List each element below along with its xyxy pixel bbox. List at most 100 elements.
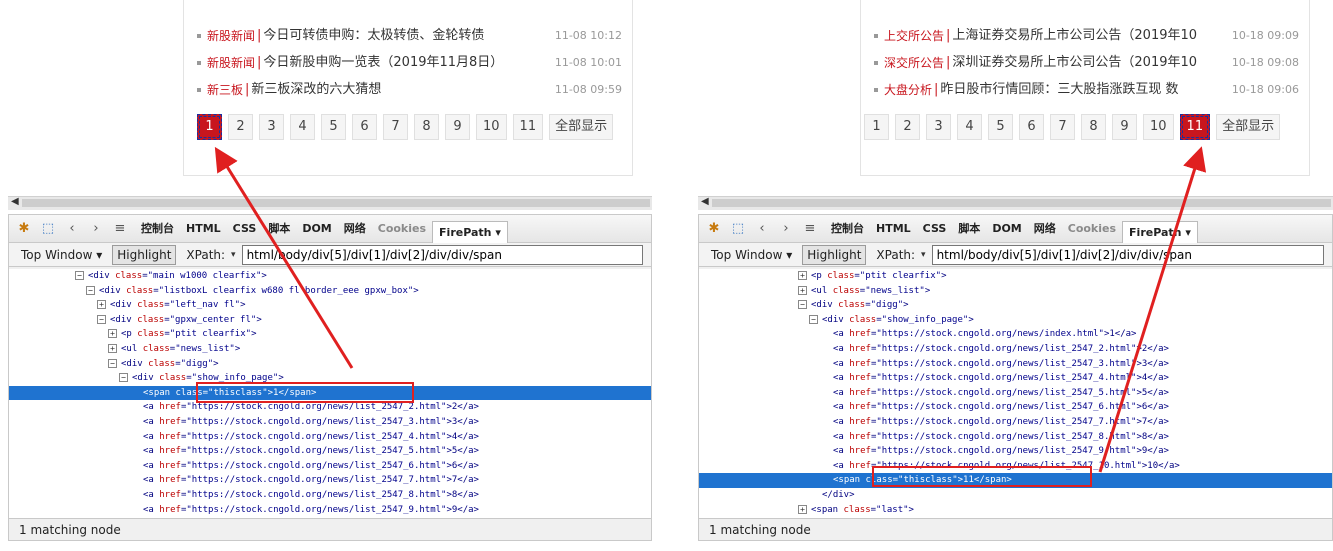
page-link-4[interactable]: 4: [290, 114, 315, 140]
news-title-link[interactable]: 深圳证券交易所上市公司公告（2019年10: [952, 53, 1223, 73]
dropdown-arrow-icon[interactable]: ▾: [1181, 226, 1191, 239]
news-title-link[interactable]: 新三板深改的六大猜想: [251, 80, 546, 100]
dropdown-arrow-icon[interactable]: ▾: [92, 248, 102, 262]
page-link-11[interactable]: 11: [512, 114, 544, 140]
expand-icon[interactable]: +: [108, 329, 117, 339]
xpath-dropdown-icon[interactable]: ▾: [231, 250, 236, 260]
page-link-10[interactable]: 10: [476, 114, 507, 140]
tab-1[interactable]: HTML: [870, 218, 917, 240]
tree-node[interactable]: + <p class="ptit clearfix">: [9, 327, 651, 342]
list-item[interactable]: 大盘分析 | 昨日股市行情回顾：三大股指涨跌互现 数 10-18 09:06: [874, 76, 1299, 103]
page-link-4[interactable]: 4: [957, 114, 982, 140]
tree-node[interactable]: <a href="https://stock.cngold.org/news/l…: [9, 459, 651, 474]
tab-4[interactable]: DOM: [986, 218, 1027, 240]
tree-node[interactable]: </div>: [699, 488, 1332, 503]
list-item[interactable]: 深交所公告 | 深圳证券交易所上市公司公告（2019年10 10-18 09:08: [874, 49, 1299, 76]
tree-node[interactable]: <a href="https://stock.cngold.org/news/l…: [9, 415, 651, 430]
tab-0[interactable]: 控制台: [825, 218, 870, 240]
page-link-2[interactable]: 2: [895, 114, 920, 140]
tree-node[interactable]: + <span class="last">: [699, 503, 1332, 518]
horizontal-scrollbar[interactable]: ◀: [698, 196, 1333, 210]
page-link-7[interactable]: 7: [1050, 114, 1075, 140]
tab-3[interactable]: 脚本: [952, 218, 986, 240]
news-category-link[interactable]: 新股新闻: [207, 26, 255, 46]
top-window-select[interactable]: Top Window ▾: [15, 245, 108, 265]
horizontal-scrollbar[interactable]: ◀: [8, 196, 652, 210]
xpath-label[interactable]: XPath:: [876, 248, 915, 262]
list-item[interactable]: 新股新闻 | 今日可转债申购：太极转债、金轮转债 11-08 10:12: [197, 22, 622, 49]
tree-node[interactable]: − <div class="main w1000 clearfix">: [9, 269, 651, 284]
tree-node[interactable]: <a href="https://stock.cngold.org/news/l…: [9, 503, 651, 518]
expand-icon[interactable]: +: [798, 271, 807, 280]
xpath-input[interactable]: [931, 244, 1324, 265]
expand-icon[interactable]: +: [798, 504, 807, 514]
tree-node[interactable]: <a href="https://stock.cngold.org/news/l…: [9, 444, 651, 459]
tree-node[interactable]: <a href="https://stock.cngold.org/news/l…: [699, 444, 1332, 459]
firebug-icon[interactable]: ✱: [705, 220, 723, 238]
news-title-link[interactable]: 昨日股市行情回顾：三大股指涨跌互现 数: [940, 80, 1223, 100]
tree-node[interactable]: − <div class="show_info_page">: [699, 313, 1332, 328]
xpath-input[interactable]: [241, 244, 643, 265]
tree-node[interactable]: <a href="https://stock.cngold.org/news/l…: [699, 415, 1332, 430]
news-category-link[interactable]: 深交所公告: [884, 53, 944, 73]
tree-node[interactable]: − <div class="digg">: [9, 357, 651, 372]
scroll-thumb[interactable]: [712, 199, 1331, 207]
page-link-2[interactable]: 2: [228, 114, 253, 140]
tree-node[interactable]: − <div class="listboxL clearfix w680 fl b…: [9, 284, 651, 299]
tab-4[interactable]: DOM: [296, 218, 337, 240]
tab-0[interactable]: 控制台: [135, 218, 180, 240]
news-title-link[interactable]: 今日新股申购一览表（2019年11月8日）: [263, 53, 546, 73]
tree-node[interactable]: + <ul class="news_list">: [9, 342, 651, 357]
collapse-icon[interactable]: −: [798, 300, 807, 310]
page-link-5[interactable]: 5: [321, 114, 346, 140]
highlight-button[interactable]: Highlight: [112, 244, 177, 265]
back-arrow-icon[interactable]: ‹: [63, 220, 81, 238]
tree-node[interactable]: − <div class="digg">: [699, 298, 1332, 313]
news-title-link[interactable]: 今日可转债申购：太极转债、金轮转债: [263, 26, 546, 46]
tab-7[interactable]: FirePath ▾: [1122, 220, 1198, 243]
page-link-6[interactable]: 6: [352, 114, 377, 140]
news-title-link[interactable]: 上海证券交易所上市公司公告（2019年10: [952, 26, 1223, 46]
inspect-icon[interactable]: ⬚: [729, 220, 747, 238]
tree-node[interactable]: <a href="https://stock.cngold.org/news/i…: [699, 327, 1332, 342]
dropdown-arrow-icon[interactable]: ▾: [782, 248, 792, 262]
page-link-10[interactable]: 10: [1143, 114, 1174, 140]
tree-node[interactable]: + <p class="ptit clearfix">: [699, 269, 1332, 284]
list-item[interactable]: 新三板 | 新三板深改的六大猜想 11-08 09:59: [197, 76, 622, 103]
expand-icon[interactable]: +: [798, 285, 807, 295]
tree-node[interactable]: + <div class="left_nav fl">: [9, 298, 651, 313]
tab-5[interactable]: 网络: [338, 218, 372, 240]
page-link-9[interactable]: 9: [1112, 114, 1137, 140]
dropdown-arrow-icon[interactable]: ▾: [491, 226, 501, 239]
tab-5[interactable]: 网络: [1028, 218, 1062, 240]
xpath-label[interactable]: XPath:: [186, 248, 225, 262]
inspect-icon[interactable]: ⬚: [39, 220, 57, 238]
forward-arrow-icon[interactable]: ›: [87, 220, 105, 238]
page-link-3[interactable]: 3: [259, 114, 284, 140]
page-link-3[interactable]: 3: [926, 114, 951, 140]
tree-node[interactable]: <a href="https://stock.cngold.org/news/l…: [699, 386, 1332, 401]
xpath-dropdown-icon[interactable]: ▾: [921, 250, 926, 260]
scroll-left-icon[interactable]: ◀: [701, 196, 709, 207]
tab-7[interactable]: FirePath ▾: [432, 220, 508, 243]
page-link-5[interactable]: 5: [988, 114, 1013, 140]
top-window-select[interactable]: Top Window ▾: [705, 245, 798, 265]
list-item[interactable]: 上交所公告 | 上海证券交易所上市公司公告（2019年10 10-18 09:09: [874, 22, 1299, 49]
tree-node[interactable]: <a href="https://stock.cngold.org/news/l…: [699, 342, 1332, 357]
tree-node[interactable]: + <ul class="news_list">: [699, 284, 1332, 299]
page-link-7[interactable]: 7: [383, 114, 408, 140]
news-category-link[interactable]: 上交所公告: [884, 26, 944, 46]
page-link-8[interactable]: 8: [1081, 114, 1106, 140]
tab-2[interactable]: CSS: [917, 218, 953, 240]
tree-node[interactable]: <a href="https://stock.cngold.org/news/l…: [699, 430, 1332, 445]
forward-arrow-icon[interactable]: ›: [777, 220, 795, 238]
collapse-icon[interactable]: −: [119, 373, 128, 383]
news-category-link[interactable]: 大盘分析: [884, 80, 932, 100]
scroll-left-icon[interactable]: ◀: [11, 196, 19, 207]
expand-icon[interactable]: +: [97, 300, 106, 310]
collapse-icon[interactable]: −: [97, 314, 106, 324]
collapse-icon[interactable]: −: [75, 271, 84, 280]
tab-2[interactable]: CSS: [227, 218, 263, 240]
tree-node[interactable]: <a href="https://stock.cngold.org/news/l…: [699, 357, 1332, 372]
page-link-6[interactable]: 6: [1019, 114, 1044, 140]
